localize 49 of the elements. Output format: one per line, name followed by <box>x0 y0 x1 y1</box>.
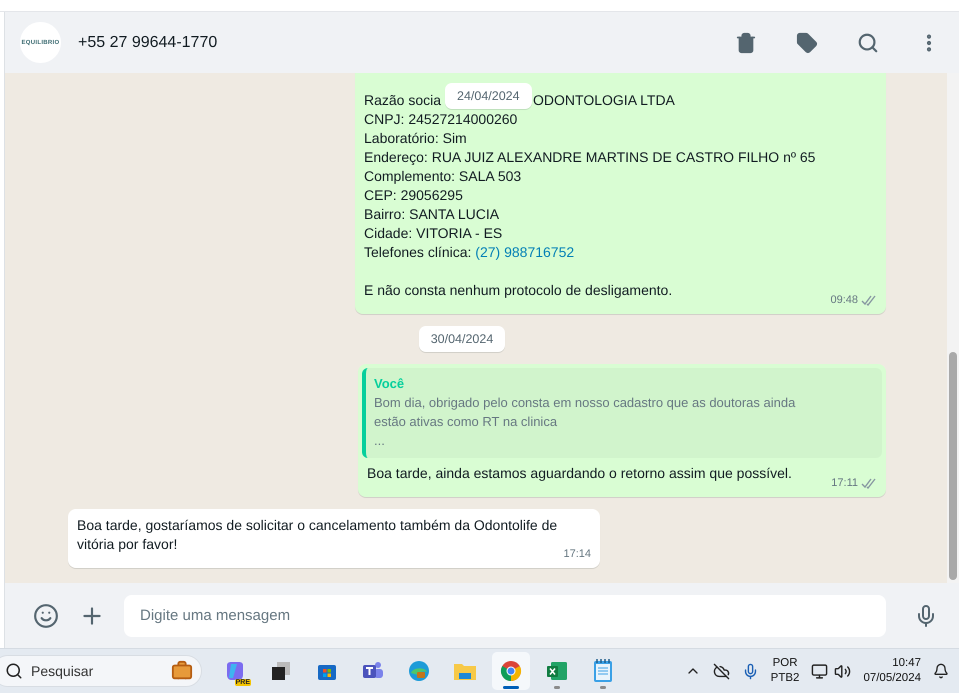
quote-line: estão ativas como RT na clinica <box>374 413 558 431</box>
date-chip: 24/04/2024 <box>445 83 532 109</box>
search-icon <box>5 662 23 680</box>
message-time: 17:14 <box>563 546 591 562</box>
emoji-icon[interactable] <box>32 602 60 630</box>
notepad-icon <box>592 658 614 684</box>
message-text: Complemento: SALA 503 <box>364 167 522 186</box>
message-text: Bairro: SANTA LUCIA <box>364 205 500 224</box>
quote-author: Você <box>374 375 406 393</box>
clock[interactable]: 10:47 07/05/2024 <box>863 656 921 686</box>
running-indicator <box>503 686 519 689</box>
windows-stack-icon <box>269 659 293 683</box>
message-text: Laboratório: Sim <box>364 129 467 148</box>
language-indicator[interactable]: POR PTB2 <box>770 656 800 686</box>
spreadsheet-icon <box>545 659 569 683</box>
briefcase-icon <box>171 660 193 682</box>
message-text: Boa tarde, ainda estamos aguardando o retorno assim que possível. <box>367 464 792 483</box>
search-input[interactable]: Pesquisar <box>29 662 165 680</box>
tag-icon[interactable] <box>795 30 819 54</box>
edge-icon <box>407 659 431 683</box>
date-chip: 30/04/2024 <box>418 326 506 352</box>
message-text: Razão socia <box>364 92 442 108</box>
message-input[interactable]: Digite uma mensagem <box>124 594 886 636</box>
quoted-message[interactable]: Você Bom dia, obrigado pelo consta em nosso cadastro que as doutoras ainda estão ativas como RT na clinica ... <box>362 368 882 458</box>
quote-line: ... <box>374 432 385 450</box>
message-time: 17:11 <box>831 476 858 490</box>
taskbar-app[interactable] <box>492 652 530 690</box>
message-text: E não consta nenhum protocolo de desligamento. <box>364 281 672 300</box>
message-text: CEP: 29056295 <box>364 186 463 205</box>
taskbar-search-field[interactable]: Pesquisar <box>0 655 202 687</box>
running-indicator <box>600 686 606 689</box>
search-icon[interactable] <box>856 30 880 54</box>
message-text: Cidade: VITORIA - ES <box>364 224 502 243</box>
delete-icon[interactable] <box>734 30 758 54</box>
quote-line: Bom dia, obrigado pelo consta em nosso cadastro que as doutoras ainda <box>374 394 796 412</box>
message-text: Boa tarde, gostaríamos de solicitar o cancelamento também da Odontolife de vitória por favor! <box>77 516 558 554</box>
phone-link[interactable]: (27) 988716752 <box>475 244 574 260</box>
volume-icon[interactable] <box>834 662 852 680</box>
running-indicator <box>554 686 560 689</box>
chrome-icon <box>499 659 523 683</box>
message-text: Endereço: RUA JUIZ ALEXANDRE MARTINS DE CASTRO FILHO nº 65 <box>364 148 816 167</box>
message-text: ODONTOLOGIA LTDA <box>533 92 675 108</box>
message-time: 09:48 <box>830 292 858 308</box>
contact-name[interactable]: +55 27 99644-1770 <box>78 34 697 52</box>
message-text: Telefones clínica: <box>364 244 472 260</box>
message-text: CNPJ: 24527214000260 <box>364 110 518 129</box>
cloud-off-icon[interactable] <box>712 662 730 680</box>
network-icon[interactable] <box>811 662 828 680</box>
notification-bell-icon[interactable] <box>933 663 949 679</box>
